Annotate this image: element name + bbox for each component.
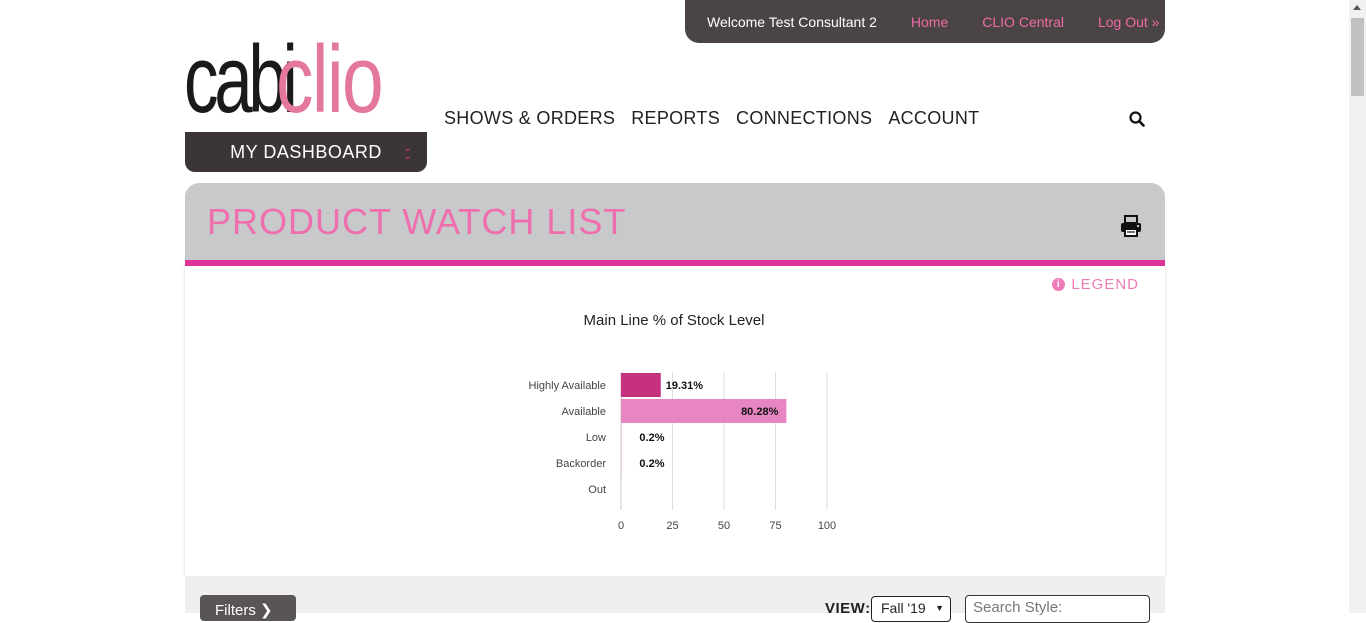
nav-account[interactable]: ACCOUNT xyxy=(888,108,979,129)
x-tick-label: 25 xyxy=(666,520,678,532)
cabi-clio-logo[interactable]: cabi clio xyxy=(184,30,434,130)
nav-shows-orders[interactable]: SHOWS & ORDERS xyxy=(444,108,615,129)
top-utility-bar: Welcome Test Consultant 2 Home CLIO Cent… xyxy=(685,0,1165,43)
main-nav: SHOWS & ORDERS REPORTS CONNECTIONS ACCOU… xyxy=(444,108,995,129)
my-dashboard-button[interactable]: MY DASHBOARD ⌄⌄ xyxy=(185,132,427,172)
caret-down-icon: ▼ xyxy=(935,603,944,613)
double-chevron-down-icon: ⌄⌄ xyxy=(403,144,413,160)
dashboard-label: MY DASHBOARD xyxy=(230,142,382,163)
bar xyxy=(621,373,661,397)
category-label: Backorder xyxy=(556,458,606,470)
search-icon[interactable] xyxy=(1129,111,1145,127)
panel-body: i LEGEND Main Line % of Stock Level 0255… xyxy=(185,266,1165,576)
print-icon[interactable] xyxy=(1119,214,1143,238)
page-title: PRODUCT WATCH LIST xyxy=(207,201,626,243)
data-label: 80.28% xyxy=(741,406,779,418)
scroll-thumb[interactable] xyxy=(1351,18,1364,96)
logout-link[interactable]: Log Out » xyxy=(1098,14,1160,30)
clio-central-link[interactable]: CLIO Central xyxy=(982,14,1064,30)
view-select[interactable]: Fall '19 ▼ xyxy=(871,596,951,622)
data-label: 0.2% xyxy=(639,432,664,444)
x-tick-label: 75 xyxy=(769,520,781,532)
nav-reports[interactable]: REPORTS xyxy=(631,108,720,129)
logo-clio: clio xyxy=(276,30,382,130)
data-label: 19.31% xyxy=(666,380,704,392)
scroll-up-arrow-icon[interactable] xyxy=(1353,5,1361,10)
view-label: VIEW: xyxy=(825,600,871,617)
page-scrollbar[interactable] xyxy=(1349,0,1366,613)
category-label: Highly Available xyxy=(529,380,606,392)
welcome-text: Welcome Test Consultant 2 xyxy=(707,14,877,30)
data-label: 0.2% xyxy=(639,458,664,470)
x-tick-label: 50 xyxy=(718,520,730,532)
panel-header: PRODUCT WATCH LIST xyxy=(185,183,1165,260)
stock-level-chart: 0 25 50 75 100 Highly Available 19.31% Availabl… xyxy=(185,266,1165,566)
search-style-input[interactable]: Search Style: xyxy=(965,595,1150,623)
chevron-down-icon: ❯ xyxy=(260,602,273,619)
category-label: Available xyxy=(562,406,606,418)
home-link[interactable]: Home xyxy=(911,14,948,30)
category-label: Out xyxy=(588,484,606,496)
view-select-value: Fall '19 xyxy=(881,600,926,616)
filters-label: Filters xyxy=(215,602,256,619)
category-label: Low xyxy=(586,432,606,444)
nav-connections[interactable]: CONNECTIONS xyxy=(736,108,872,129)
x-tick-label: 0 xyxy=(618,520,624,532)
filters-button[interactable]: Filters ❯ xyxy=(200,595,296,621)
filters-bar: Filters ❯ VIEW: Fall '19 ▼ Search Style: xyxy=(185,576,1165,613)
x-tick-label: 100 xyxy=(818,520,836,532)
